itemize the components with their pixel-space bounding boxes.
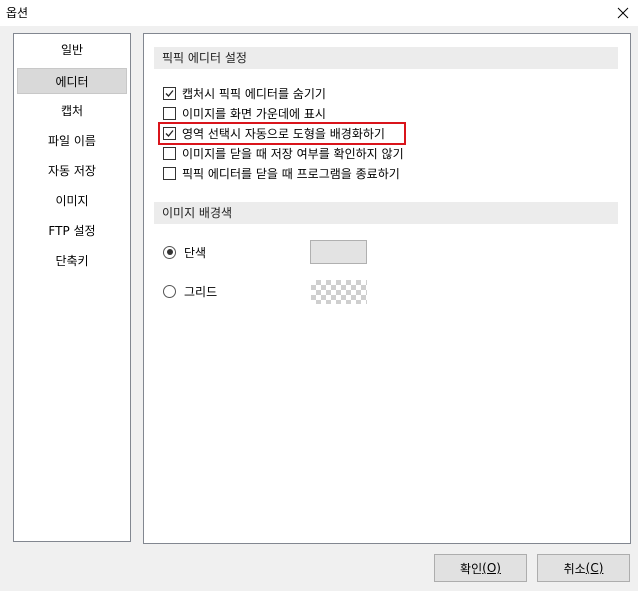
radio-grid[interactable]: 그리드 (163, 282, 217, 300)
section-header-background: 이미지 배경색 (154, 202, 618, 224)
option-no-save-prompt[interactable]: 이미지를 닫을 때 저장 여부를 확인하지 않기 (163, 144, 404, 162)
cancel-mnemonic: (C) (585, 561, 604, 575)
nav-item-general[interactable]: 일반 (17, 37, 127, 63)
section-header-editor: 픽픽 에디터 설정 (154, 47, 618, 69)
window-title: 옵션 (6, 6, 29, 20)
checkbox[interactable] (163, 86, 176, 100)
options-dialog: 옵션 일반 에디터 캡처 파일 이름 자동 저장 이미지 FTP 설정 단축키 … (0, 0, 638, 591)
title-bar: 옵션 (0, 0, 638, 26)
option-label: 캡처시 픽픽 에디터를 숨기기 (182, 86, 326, 101)
radio-label: 그리드 (184, 284, 218, 299)
check-icon (165, 89, 174, 97)
option-center-image[interactable]: 이미지를 화면 가운데에 표시 (163, 104, 326, 122)
radio-button[interactable] (163, 284, 176, 298)
option-label: 이미지를 화면 가운데에 표시 (182, 106, 326, 121)
option-label: 영역 선택시 자동으로 도형을 배경화하기 (182, 126, 385, 141)
checkbox[interactable] (163, 106, 176, 120)
nav-item-image[interactable]: 이미지 (17, 188, 127, 214)
category-list: 일반 에디터 캡처 파일 이름 자동 저장 이미지 FTP 설정 단축키 (13, 33, 131, 542)
nav-item-ftp[interactable]: FTP 설정 (17, 218, 127, 244)
checkbox[interactable] (163, 166, 176, 180)
radio-label: 단색 (184, 245, 207, 260)
nav-item-shortcuts[interactable]: 단축키 (17, 248, 127, 274)
option-label: 픽픽 에디터를 닫을 때 프로그램을 종료하기 (182, 166, 400, 181)
option-hide-editor[interactable]: 캡처시 픽픽 에디터를 숨기기 (163, 84, 326, 102)
nav-item-file-name[interactable]: 파일 이름 (17, 128, 127, 154)
ok-button[interactable]: 확인 (O) (434, 554, 527, 582)
nav-item-editor[interactable]: 에디터 (17, 68, 127, 94)
radio-solid-color[interactable]: 단색 (163, 243, 206, 261)
grid-pattern-swatch[interactable] (311, 280, 367, 304)
close-icon (617, 7, 629, 19)
checkbox[interactable] (163, 126, 176, 140)
checkbox[interactable] (163, 146, 176, 160)
settings-panel: 픽픽 에디터 설정 캡처시 픽픽 에디터를 숨기기 이미지를 화면 가운데에 표… (143, 33, 631, 544)
close-button[interactable] (608, 0, 638, 26)
cancel-button[interactable]: 취소 (C) (537, 554, 630, 582)
cancel-label: 취소 (563, 561, 586, 576)
option-exit-on-close[interactable]: 픽픽 에디터를 닫을 때 프로그램을 종료하기 (163, 164, 400, 182)
nav-item-capture[interactable]: 캡처 (17, 98, 127, 124)
nav-item-auto-save[interactable]: 자동 저장 (17, 158, 127, 184)
option-label: 이미지를 닫을 때 저장 여부를 확인하지 않기 (182, 146, 404, 161)
option-auto-background-shape[interactable]: 영역 선택시 자동으로 도형을 배경화하기 (163, 124, 385, 142)
ok-label: 확인 (460, 561, 483, 576)
check-icon (165, 129, 174, 137)
radio-button[interactable] (163, 245, 176, 259)
ok-mnemonic: (O) (482, 561, 501, 575)
solid-color-swatch[interactable] (310, 240, 367, 264)
